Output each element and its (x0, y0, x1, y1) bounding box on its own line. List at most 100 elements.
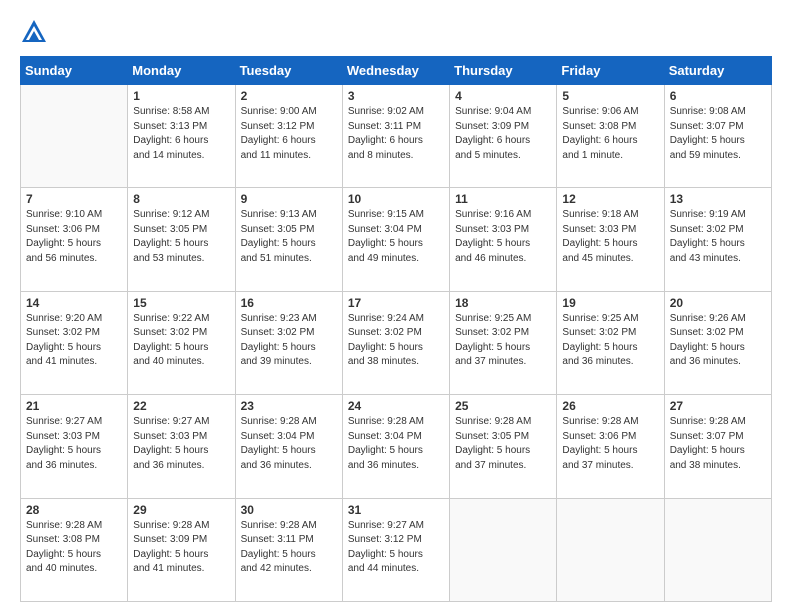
calendar-cell (557, 498, 664, 601)
day-info: Sunrise: 9:28 AMSunset: 3:04 PMDaylight:… (348, 415, 444, 473)
day-info: Sunrise: 9:08 AMSunset: 3:07 PMDaylight:… (670, 105, 766, 163)
day-info: Sunrise: 9:25 AMSunset: 3:02 PMDaylight:… (562, 312, 658, 370)
day-info: Sunrise: 9:15 AMSunset: 3:04 PMDaylight:… (348, 208, 444, 266)
logo (20, 18, 52, 46)
weekday-header-friday: Friday (557, 57, 664, 85)
calendar-cell: 19 Sunrise: 9:25 AMSunset: 3:02 PMDayligh… (557, 291, 664, 394)
calendar-cell: 30 Sunrise: 9:28 AMSunset: 3:11 PMDayligh… (235, 498, 342, 601)
day-number: 1 (133, 89, 229, 103)
calendar-cell: 14Sunrise: 9:20 AMSunset: 3:02 PMDayligh… (21, 291, 128, 394)
weekday-header-monday: Monday (128, 57, 235, 85)
weekday-header-sunday: Sunday (21, 57, 128, 85)
day-info: Sunrise: 9:04 AMSunset: 3:09 PMDaylight:… (455, 105, 551, 163)
day-info: Sunrise: 9:28 AMSunset: 3:07 PMDaylight:… (670, 415, 766, 473)
day-number: 5 (562, 89, 658, 103)
day-number: 18 (455, 296, 551, 310)
day-number: 6 (670, 89, 766, 103)
day-number: 28 (26, 503, 122, 517)
weekday-header-saturday: Saturday (664, 57, 771, 85)
day-number: 19 (562, 296, 658, 310)
day-info: Sunrise: 9:28 AMSunset: 3:06 PMDaylight:… (562, 415, 658, 473)
calendar-cell: 24Sunrise: 9:28 AMSunset: 3:04 PMDayligh… (342, 395, 449, 498)
calendar-cell: 10 Sunrise: 9:15 AMSunset: 3:04 PMDayligh… (342, 188, 449, 291)
calendar-cell: 31 Sunrise: 9:27 AMSunset: 3:12 PMDayligh… (342, 498, 449, 601)
day-number: 23 (241, 399, 337, 413)
day-number: 11 (455, 192, 551, 206)
day-info: Sunrise: 9:12 AMSunset: 3:05 PMDaylight:… (133, 208, 229, 266)
day-info: Sunrise: 9:25 AMSunset: 3:02 PMDaylight:… (455, 312, 551, 370)
day-info: Sunrise: 9:20 AMSunset: 3:02 PMDaylight:… (26, 312, 122, 370)
week-row-4: 21 Sunrise: 9:27 AMSunset: 3:03 PMDayligh… (21, 395, 772, 498)
day-number: 3 (348, 89, 444, 103)
week-row-5: 28 Sunrise: 9:28 AMSunset: 3:08 PMDayligh… (21, 498, 772, 601)
day-info: Sunrise: 9:16 AMSunset: 3:03 PMDaylight:… (455, 208, 551, 266)
day-number: 29 (133, 503, 229, 517)
day-info: Sunrise: 9:06 AMSunset: 3:08 PMDaylight:… (562, 105, 658, 163)
day-number: 26 (562, 399, 658, 413)
weekday-header-tuesday: Tuesday (235, 57, 342, 85)
calendar-cell: 9Sunrise: 9:13 AMSunset: 3:05 PMDaylight… (235, 188, 342, 291)
day-number: 22 (133, 399, 229, 413)
day-number: 10 (348, 192, 444, 206)
day-info: Sunrise: 9:28 AMSunset: 3:08 PMDaylight:… (26, 519, 122, 577)
calendar-cell: 3 Sunrise: 9:02 AMSunset: 3:11 PMDaylight… (342, 85, 449, 188)
day-number: 31 (348, 503, 444, 517)
day-info: Sunrise: 9:19 AMSunset: 3:02 PMDaylight:… (670, 208, 766, 266)
calendar-cell: 7Sunrise: 9:10 AMSunset: 3:06 PMDaylight… (21, 188, 128, 291)
day-info: Sunrise: 9:27 AMSunset: 3:12 PMDaylight:… (348, 519, 444, 577)
day-number: 8 (133, 192, 229, 206)
day-info: Sunrise: 9:26 AMSunset: 3:02 PMDaylight:… (670, 312, 766, 370)
day-number: 2 (241, 89, 337, 103)
day-number: 17 (348, 296, 444, 310)
calendar-cell: 6 Sunrise: 9:08 AMSunset: 3:07 PMDaylight… (664, 85, 771, 188)
day-number: 27 (670, 399, 766, 413)
day-number: 30 (241, 503, 337, 517)
calendar-cell: 16 Sunrise: 9:23 AMSunset: 3:02 PMDayligh… (235, 291, 342, 394)
day-number: 7 (26, 192, 122, 206)
calendar-cell: 4 Sunrise: 9:04 AMSunset: 3:09 PMDaylight… (450, 85, 557, 188)
calendar-cell: 21 Sunrise: 9:27 AMSunset: 3:03 PMDayligh… (21, 395, 128, 498)
day-info: Sunrise: 9:13 AMSunset: 3:05 PMDaylight:… (241, 208, 337, 266)
day-info: Sunrise: 9:28 AMSunset: 3:11 PMDaylight:… (241, 519, 337, 577)
day-info: Sunrise: 9:00 AMSunset: 3:12 PMDaylight:… (241, 105, 337, 163)
calendar-cell (664, 498, 771, 601)
logo-icon (20, 18, 48, 46)
calendar-cell: 25Sunrise: 9:28 AMSunset: 3:05 PMDayligh… (450, 395, 557, 498)
day-info: Sunrise: 9:28 AMSunset: 3:04 PMDaylight:… (241, 415, 337, 473)
day-info: Sunrise: 9:28 AMSunset: 3:09 PMDaylight:… (133, 519, 229, 577)
weekday-header-row: SundayMondayTuesdayWednesdayThursdayFrid… (21, 57, 772, 85)
calendar-table: SundayMondayTuesdayWednesdayThursdayFrid… (20, 56, 772, 602)
calendar-cell: 13Sunrise: 9:19 AMSunset: 3:02 PMDayligh… (664, 188, 771, 291)
day-info: Sunrise: 9:28 AMSunset: 3:05 PMDaylight:… (455, 415, 551, 473)
calendar-cell (21, 85, 128, 188)
day-number: 16 (241, 296, 337, 310)
day-info: Sunrise: 9:27 AMSunset: 3:03 PMDaylight:… (26, 415, 122, 473)
calendar-cell: 2 Sunrise: 9:00 AMSunset: 3:12 PMDaylight… (235, 85, 342, 188)
calendar-cell: 12 Sunrise: 9:18 AMSunset: 3:03 PMDayligh… (557, 188, 664, 291)
day-info: Sunrise: 9:18 AMSunset: 3:03 PMDaylight:… (562, 208, 658, 266)
day-number: 4 (455, 89, 551, 103)
calendar-cell: 26 Sunrise: 9:28 AMSunset: 3:06 PMDayligh… (557, 395, 664, 498)
calendar-cell: 1 Sunrise: 8:58 AMSunset: 3:13 PMDaylight… (128, 85, 235, 188)
calendar-cell: 5 Sunrise: 9:06 AMSunset: 3:08 PMDaylight… (557, 85, 664, 188)
calendar-page: SundayMondayTuesdayWednesdayThursdayFrid… (0, 0, 792, 612)
week-row-2: 7Sunrise: 9:10 AMSunset: 3:06 PMDaylight… (21, 188, 772, 291)
calendar-cell: 23 Sunrise: 9:28 AMSunset: 3:04 PMDayligh… (235, 395, 342, 498)
week-row-3: 14Sunrise: 9:20 AMSunset: 3:02 PMDayligh… (21, 291, 772, 394)
calendar-cell: 18 Sunrise: 9:25 AMSunset: 3:02 PMDayligh… (450, 291, 557, 394)
day-info: Sunrise: 9:22 AMSunset: 3:02 PMDaylight:… (133, 312, 229, 370)
calendar-cell: 8 Sunrise: 9:12 AMSunset: 3:05 PMDaylight… (128, 188, 235, 291)
day-info: Sunrise: 9:23 AMSunset: 3:02 PMDaylight:… (241, 312, 337, 370)
week-row-1: 1 Sunrise: 8:58 AMSunset: 3:13 PMDaylight… (21, 85, 772, 188)
weekday-header-wednesday: Wednesday (342, 57, 449, 85)
day-number: 12 (562, 192, 658, 206)
calendar-cell: 17Sunrise: 9:24 AMSunset: 3:02 PMDayligh… (342, 291, 449, 394)
day-info: Sunrise: 8:58 AMSunset: 3:13 PMDaylight:… (133, 105, 229, 163)
day-info: Sunrise: 9:27 AMSunset: 3:03 PMDaylight:… (133, 415, 229, 473)
day-number: 21 (26, 399, 122, 413)
day-info: Sunrise: 9:02 AMSunset: 3:11 PMDaylight:… (348, 105, 444, 163)
weekday-header-thursday: Thursday (450, 57, 557, 85)
calendar-cell: 11 Sunrise: 9:16 AMSunset: 3:03 PMDayligh… (450, 188, 557, 291)
day-number: 15 (133, 296, 229, 310)
calendar-cell: 20Sunrise: 9:26 AMSunset: 3:02 PMDayligh… (664, 291, 771, 394)
